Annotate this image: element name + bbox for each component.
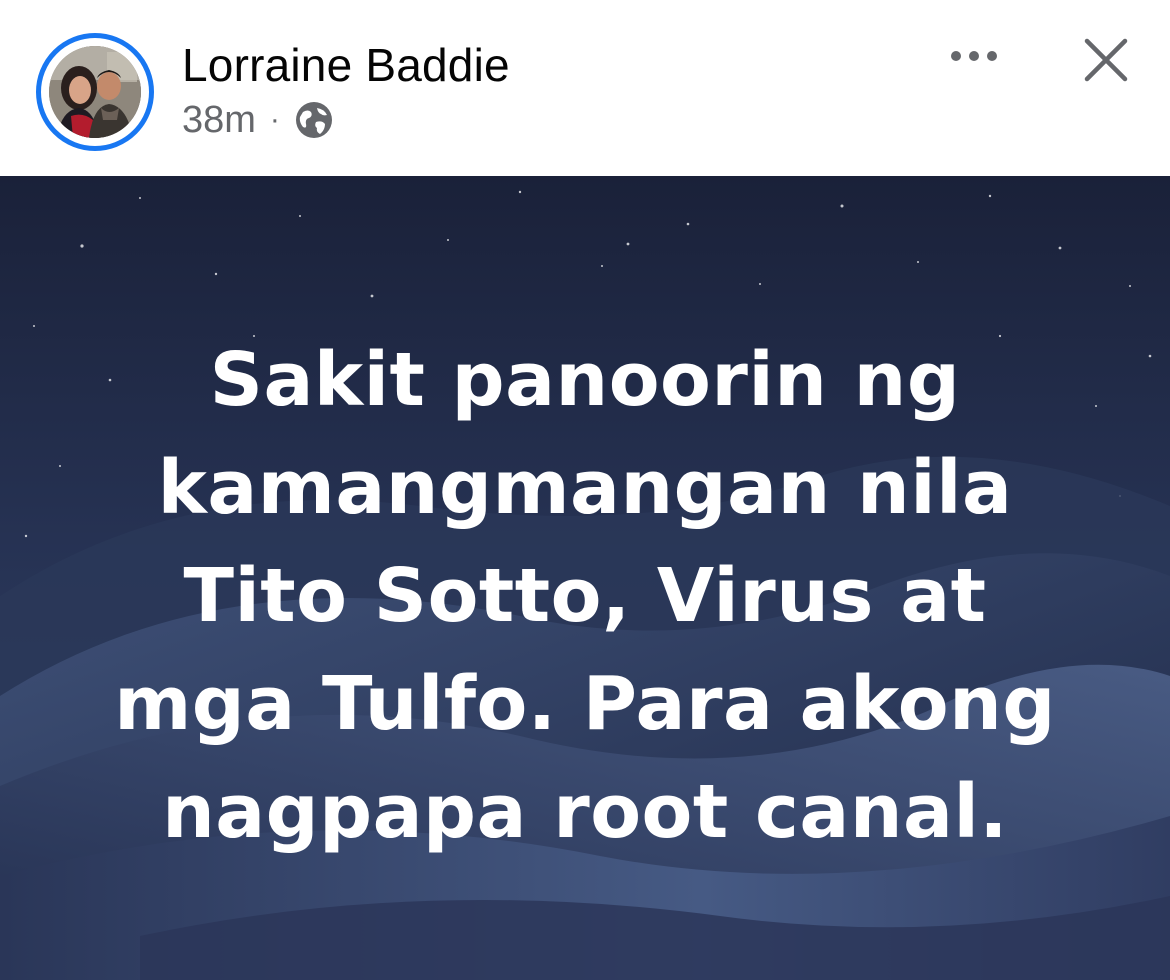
author-name[interactable]: Lorraine Baddie bbox=[182, 38, 510, 92]
post-text-line: nagpapa root canal. bbox=[162, 769, 1008, 855]
post-header: Lorraine Baddie 38m · bbox=[0, 0, 1170, 176]
post-text: Sakit panoorin ng kamangmangan nila Tito… bbox=[60, 326, 1110, 866]
post-text-line: kamangmangan nila bbox=[157, 445, 1013, 531]
post-meta: 38m · bbox=[182, 98, 334, 142]
post-text-line: mga Tulfo. Para akong bbox=[114, 661, 1056, 747]
globe-icon[interactable] bbox=[294, 100, 334, 140]
more-options-button[interactable] bbox=[944, 36, 1004, 76]
avatar-photo bbox=[49, 46, 141, 138]
close-icon bbox=[1084, 38, 1128, 82]
post-text-line: Tito Sotto, Virus at bbox=[183, 553, 987, 639]
author-avatar[interactable] bbox=[49, 46, 141, 138]
post-text-line: Sakit panoorin ng bbox=[209, 337, 961, 423]
more-horizontal-icon bbox=[951, 51, 997, 61]
meta-separator: · bbox=[269, 103, 280, 136]
author-avatar-ring[interactable] bbox=[36, 33, 154, 151]
post-timestamp[interactable]: 38m bbox=[182, 99, 256, 142]
post-background-card: Sakit panoorin ng kamangmangan nila Tito… bbox=[0, 176, 1170, 980]
close-button[interactable] bbox=[1076, 30, 1136, 90]
